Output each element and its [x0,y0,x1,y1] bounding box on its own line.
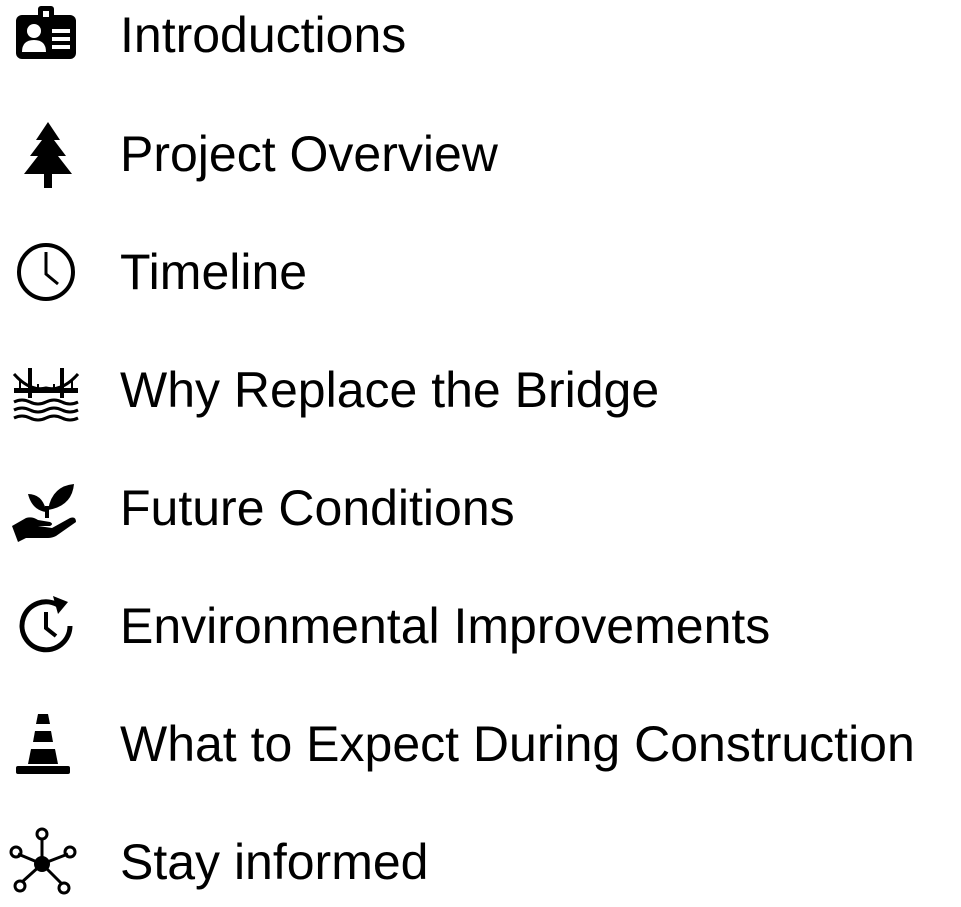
clock-refresh-icon [8,588,84,664]
agenda-item-environmental-improvements: Environmental Improvements [0,581,961,671]
agenda-label: What to Expect During Construction [120,716,915,772]
id-badge-icon [8,0,84,73]
agenda-label: Timeline [120,244,308,300]
bridge-over-water-icon [8,352,84,428]
agenda-item-introductions: Introductions [0,0,961,80]
agenda-item-why-replace: Why Replace the Bridge [0,345,961,435]
agenda-item-project-overview: Project Overview [0,109,961,199]
traffic-cone-icon [8,706,84,782]
agenda-item-timeline: Timeline [0,227,961,317]
agenda-list: Introductions Project Overview Timeline [0,0,961,895]
agenda-label: Future Conditions [120,480,515,536]
agenda-label: Why Replace the Bridge [120,362,660,418]
agenda-label: Introductions [120,7,407,63]
agenda-label: Environmental Improvements [120,598,771,654]
seedling-in-hand-icon [8,470,84,546]
clock-icon [8,234,84,310]
network-nodes-icon [8,824,84,900]
tree-icon [8,116,84,192]
agenda-item-future-conditions: Future Conditions [0,463,961,553]
agenda-label: Stay informed [120,834,429,890]
agenda-item-what-to-expect: What to Expect During Construction [0,699,961,789]
agenda-label: Project Overview [120,126,498,182]
